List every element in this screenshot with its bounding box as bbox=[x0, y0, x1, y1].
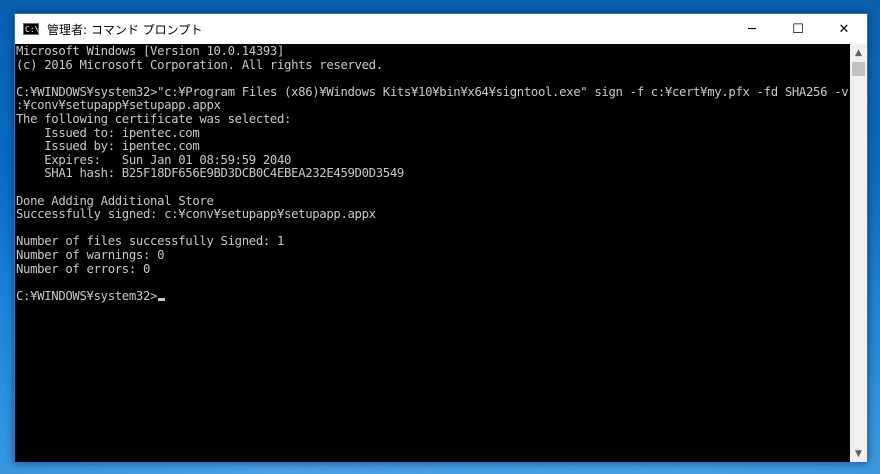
scroll-up-icon[interactable]: ▲ bbox=[850, 44, 867, 61]
scroll-thumb[interactable] bbox=[852, 62, 865, 76]
window-title: 管理者: コマンド プロンプト bbox=[47, 22, 203, 37]
scroll-down-icon[interactable]: ▼ bbox=[850, 445, 867, 462]
console-line: Issued to: ipentec.com bbox=[16, 125, 200, 140]
console-line: :¥conv¥setupapp¥setupapp.appx bbox=[16, 98, 221, 113]
maximize-button[interactable]: ☐ bbox=[775, 14, 821, 44]
console-line: The following certificate was selected: bbox=[16, 111, 292, 126]
console-text: Microsoft Windows [Version 10.0.14393] (… bbox=[15, 44, 850, 303]
window-controls: ─ ☐ ✕ bbox=[729, 14, 867, 44]
close-button[interactable]: ✕ bbox=[821, 14, 867, 44]
text-cursor bbox=[158, 297, 166, 301]
console-line: Expires: Sun Jan 01 08:59:59 2040 bbox=[16, 152, 292, 167]
console-line: Issued by: ipentec.com bbox=[16, 139, 200, 154]
vertical-scrollbar[interactable]: ▲ ▼ bbox=[850, 44, 867, 462]
console-line: Number of files successfully Signed: 1 bbox=[16, 234, 285, 249]
console-line: (c) 2016 Microsoft Corporation. All righ… bbox=[16, 57, 383, 72]
title-bar[interactable]: C:\ 管理者: コマンド プロンプト ─ ☐ ✕ bbox=[15, 14, 867, 44]
console-line: Microsoft Windows [Version 10.0.14393] bbox=[16, 44, 285, 58]
console-line: C:¥WINDOWS¥system32>"c:¥Program Files (x… bbox=[16, 84, 850, 99]
console-line: Number of errors: 0 bbox=[16, 261, 151, 276]
console-output[interactable]: Microsoft Windows [Version 10.0.14393] (… bbox=[15, 44, 850, 462]
console-line: SHA1 hash: B25F18DF656E9BD3DCB0C4EBEA232… bbox=[16, 166, 404, 181]
command-prompt-window: C:\ 管理者: コマンド プロンプト ─ ☐ ✕ Microsoft Wind… bbox=[14, 13, 868, 463]
console-line: Done Adding Additional Store bbox=[16, 193, 214, 208]
console-line: Number of warnings: 0 bbox=[16, 247, 165, 262]
console-line: C:¥WINDOWS¥system32> bbox=[16, 288, 158, 303]
minimize-button[interactable]: ─ bbox=[729, 14, 775, 44]
console-line: Successfully signed: c:¥conv¥setupapp¥se… bbox=[16, 207, 376, 222]
cmd-icon: C:\ bbox=[23, 23, 40, 35]
